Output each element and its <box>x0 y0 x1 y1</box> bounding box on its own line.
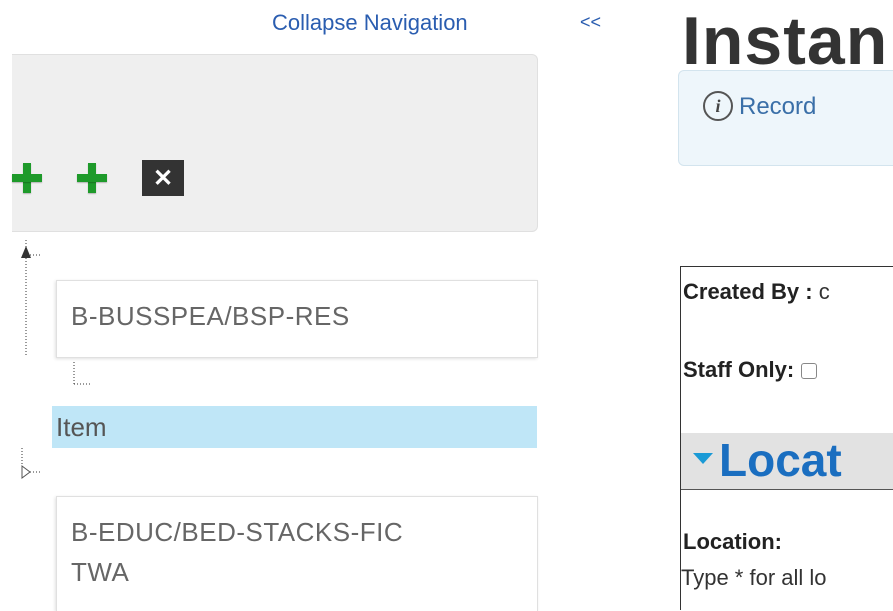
tree-item-selected[interactable]: Item <box>52 406 537 448</box>
instance-form: Created By : c Staff Only: Locat Locatio… <box>680 266 893 610</box>
location-section-header[interactable]: Locat <box>681 433 893 490</box>
tree-toolbar: ✕ <box>12 54 538 232</box>
tree-node-educ[interactable]: B-EDUC/BED-STACKS-FIC TWA <box>56 496 538 611</box>
created-by-value: c <box>818 279 830 304</box>
add-child-button[interactable] <box>12 163 42 193</box>
staff-only-checkbox[interactable] <box>801 363 817 379</box>
remove-button[interactable]: ✕ <box>142 160 184 196</box>
add-sibling-button[interactable] <box>77 163 107 193</box>
page-title: Instan <box>682 3 889 79</box>
created-by-label-text: Created By : <box>683 279 813 304</box>
caret-down-icon <box>693 453 713 464</box>
navigation-sidebar: Collapse Navigation << ✕ B-BUSSPEA/BSP-R… <box>0 0 640 611</box>
staff-only-label: Staff Only: <box>683 357 795 382</box>
tree-node-label-line1: B-EDUC/BED-STACKS-FIC <box>71 517 404 547</box>
tree-node-label: B-BUSSPEA/BSP-RES <box>71 301 350 331</box>
info-icon: i <box>703 91 733 121</box>
location-input-hint[interactable]: Type * for all lo <box>681 565 827 591</box>
tree-node-label-line2: TWA <box>71 557 130 587</box>
plus-icon <box>77 163 107 193</box>
info-alert: i Record <box>678 70 893 166</box>
section-title: Locat <box>719 434 842 486</box>
tree-node-busspea[interactable]: B-BUSSPEA/BSP-RES <box>56 280 538 358</box>
main-content: Instan i Record Created By : c Staff Onl… <box>640 0 893 610</box>
created-by-label: Created By : c <box>683 279 830 305</box>
collapse-arrows-button[interactable]: << <box>580 12 601 33</box>
collapse-navigation-link[interactable]: Collapse Navigation <box>272 10 468 36</box>
tree-item-label: Item <box>56 412 107 442</box>
plus-icon <box>12 163 42 193</box>
close-icon: ✕ <box>152 164 174 192</box>
info-text: Record <box>739 93 817 120</box>
location-label: Location: <box>683 529 782 554</box>
